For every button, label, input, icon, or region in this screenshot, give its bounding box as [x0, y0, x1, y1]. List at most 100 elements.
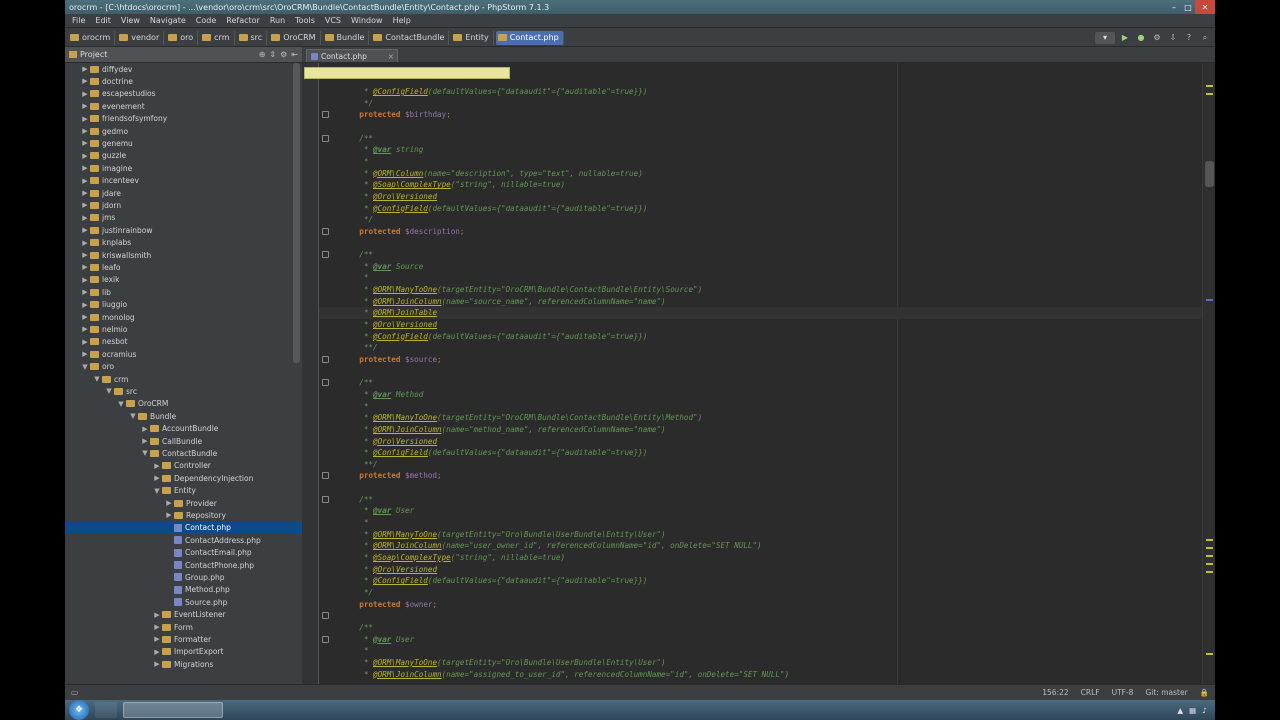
- code-line[interactable]: * @ConfigField(defaultValues={"dataaudit…: [341, 447, 648, 459]
- code-line[interactable]: * @ORM\Column(name="description", type="…: [341, 168, 643, 180]
- chevron-right-icon[interactable]: ▶: [141, 425, 149, 433]
- code-line[interactable]: protected $birthday;: [341, 109, 450, 121]
- maximize-button[interactable]: □: [1181, 0, 1195, 14]
- menu-help[interactable]: Help: [388, 16, 416, 25]
- chevron-right-icon[interactable]: ▶: [81, 164, 89, 172]
- tree-item[interactable]: ▶ Form: [65, 621, 302, 633]
- code-line[interactable]: * @var Source: [341, 261, 423, 273]
- vcs-branch[interactable]: Git: master: [1139, 688, 1193, 697]
- code-line[interactable]: */: [341, 587, 373, 599]
- gear-icon[interactable]: ⚙: [280, 50, 287, 59]
- tree-item[interactable]: ▶ friendsofsymfony: [65, 113, 302, 125]
- chevron-right-icon[interactable]: ▶: [153, 660, 161, 668]
- scroll-thumb[interactable]: [1205, 161, 1214, 187]
- chevron-down-icon[interactable]: ▼: [105, 387, 113, 395]
- tree-item[interactable]: ▶ doctrine: [65, 75, 302, 87]
- fold-toggle-icon[interactable]: [322, 495, 329, 503]
- tree-item[interactable]: ContactEmail.php: [65, 547, 302, 559]
- search-icon[interactable]: ⌕: [1199, 32, 1211, 44]
- warning-marker[interactable]: [1206, 85, 1213, 87]
- chevron-right-icon[interactable]: ▶: [153, 611, 161, 619]
- code-line[interactable]: * @ORM\JoinColumn(name="assigned_to_user…: [341, 669, 789, 681]
- chevron-right-icon[interactable]: ▶: [81, 251, 89, 259]
- tree-item[interactable]: ▶ imagine: [65, 162, 302, 174]
- fold-toggle-icon[interactable]: [322, 472, 329, 480]
- menu-run[interactable]: Run: [265, 16, 290, 25]
- code-line[interactable]: protected $method;: [341, 470, 441, 482]
- chevron-right-icon[interactable]: ▶: [153, 623, 161, 631]
- chevron-right-icon[interactable]: ▶: [81, 263, 89, 271]
- breadcrumb-item[interactable]: oro: [166, 30, 199, 45]
- tree-item[interactable]: ▼ src: [65, 385, 302, 397]
- menu-vcs[interactable]: VCS: [320, 16, 346, 25]
- code-line[interactable]: * @ORM\JoinTable: [341, 307, 437, 319]
- menu-code[interactable]: Code: [191, 16, 221, 25]
- code-line[interactable]: * @Soap\ComplexType("string", nillable=t…: [341, 179, 565, 191]
- code-line[interactable]: * @ConfigField(defaultValues={"dataaudit…: [341, 575, 648, 587]
- tree-item[interactable]: Method.php: [65, 584, 302, 596]
- menu-edit[interactable]: Edit: [90, 16, 116, 25]
- chevron-right-icon[interactable]: ▶: [81, 201, 89, 209]
- tree-item[interactable]: ▶ ocramius: [65, 348, 302, 360]
- tree-item[interactable]: ▼ oro: [65, 361, 302, 373]
- fold-toggle-icon[interactable]: [322, 227, 329, 235]
- code-line[interactable]: /**: [341, 377, 373, 389]
- tree-item[interactable]: ▶ genemu: [65, 137, 302, 149]
- chevron-right-icon[interactable]: ▶: [81, 152, 89, 160]
- chevron-right-icon[interactable]: ▶: [81, 288, 89, 296]
- chevron-right-icon[interactable]: ▶: [141, 437, 149, 445]
- breadcrumb-item[interactable]: OroCRM: [269, 30, 321, 45]
- sync-icon[interactable]: ⊕: [259, 50, 266, 59]
- warning-marker[interactable]: [1206, 93, 1213, 95]
- collapse-icon[interactable]: ⇕: [269, 50, 276, 59]
- settings-icon[interactable]: ⚙: [1151, 32, 1163, 44]
- code-line[interactable]: * @Soap\ComplexType("string", nillable=t…: [341, 552, 565, 564]
- code-line[interactable]: * @ORM\JoinColumn(name="source_name", re…: [341, 296, 666, 308]
- code-line[interactable]: * @ConfigField(defaultValues={"dataaudit…: [341, 331, 648, 343]
- chevron-right-icon[interactable]: ▶: [153, 648, 161, 656]
- line-separator[interactable]: CRLF: [1075, 688, 1106, 697]
- run-config-dropdown[interactable]: ▾: [1095, 31, 1115, 44]
- help-icon[interactable]: ?: [1183, 32, 1195, 44]
- file-encoding[interactable]: UTF-8: [1106, 688, 1140, 697]
- tree-item[interactable]: ▼ crm: [65, 373, 302, 385]
- tree-item[interactable]: Group.php: [65, 571, 302, 583]
- tree-item[interactable]: ▶ Migrations: [65, 658, 302, 670]
- run-icon[interactable]: ▶: [1119, 32, 1131, 44]
- line-gutter[interactable]: [302, 63, 319, 684]
- tree-item[interactable]: ▶ nelmio: [65, 323, 302, 335]
- lock-icon[interactable]: 🔒: [1194, 688, 1215, 697]
- breadcrumb-item[interactable]: Bundle: [323, 30, 370, 45]
- breadcrumb-item[interactable]: orocrm: [68, 30, 116, 45]
- code-line[interactable]: protected $owner;: [341, 599, 437, 611]
- chevron-right-icon[interactable]: ▶: [81, 139, 89, 147]
- menu-file[interactable]: File: [67, 16, 90, 25]
- code-line[interactable]: protected $description;: [341, 226, 464, 238]
- code-line[interactable]: /**: [341, 494, 373, 506]
- code-line[interactable]: /**: [341, 249, 373, 261]
- code-editor[interactable]: * @ConfigField(defaultValues={"dataaudit…: [302, 63, 1215, 684]
- code-line[interactable]: *: [341, 645, 369, 657]
- code-line[interactable]: * @ORM\ManyToOne(targetEntity="OroCRM\Bu…: [341, 284, 702, 296]
- tree-scrollbar[interactable]: [293, 63, 300, 363]
- code-line[interactable]: * @Oro\Versioned: [341, 564, 437, 576]
- tree-item[interactable]: ▶ Controller: [65, 460, 302, 472]
- code-line[interactable]: * @ORM\ManyToOne(targetEntity="Oro\Bundl…: [341, 657, 666, 669]
- warning-marker[interactable]: [1206, 547, 1213, 549]
- code-line[interactable]: * @ORM\JoinColumn(name="user_owner_id", …: [341, 540, 762, 552]
- fold-toggle-icon[interactable]: [322, 134, 329, 142]
- code-line[interactable]: * @ORM\JoinColumn(name="method_name", re…: [341, 424, 666, 436]
- fold-toggle-icon[interactable]: [322, 251, 329, 259]
- chevron-right-icon[interactable]: ▶: [165, 499, 173, 507]
- start-button[interactable]: ❖: [69, 700, 89, 720]
- code-line[interactable]: * @ConfigField(defaultValues={"dataaudit…: [341, 86, 648, 98]
- menu-view[interactable]: View: [116, 16, 145, 25]
- chevron-right-icon[interactable]: ▶: [81, 350, 89, 358]
- fold-toggle-icon[interactable]: [322, 635, 329, 643]
- vcs-update-icon[interactable]: ⇩: [1167, 32, 1179, 44]
- chevron-right-icon[interactable]: ▶: [153, 474, 161, 482]
- code-line[interactable]: *: [341, 272, 369, 284]
- warning-marker[interactable]: [1206, 563, 1213, 565]
- chevron-right-icon[interactable]: ▶: [153, 635, 161, 643]
- close-tab-icon[interactable]: ×: [388, 52, 397, 61]
